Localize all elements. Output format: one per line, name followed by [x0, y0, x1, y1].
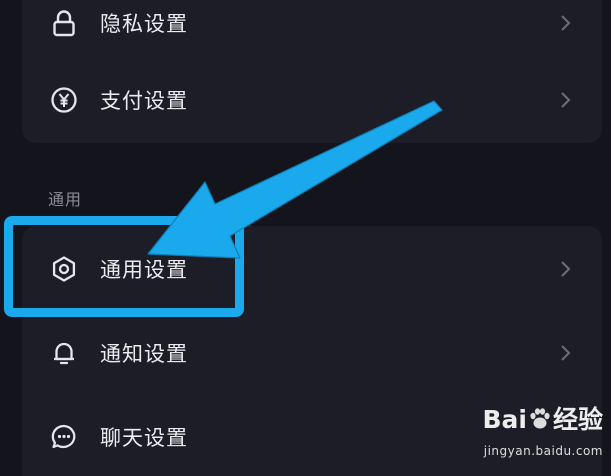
chevron-right-icon [558, 259, 572, 279]
watermark-url: jingyan.baidu.com [483, 444, 603, 458]
settings-item-label: 隐私设置 [100, 12, 188, 36]
settings-item-label: 通知设置 [100, 342, 188, 366]
settings-item-label: 聊天设置 [100, 426, 188, 450]
watermark-brand: Bai 经验 [453, 404, 603, 440]
settings-card-top: 隐私设置 支付设置 [22, 0, 602, 143]
section-title-general: 通用 [48, 190, 83, 209]
chevron-right-icon [558, 90, 572, 110]
lock-icon [50, 9, 78, 37]
chevron-right-icon [558, 13, 572, 33]
bell-icon [50, 339, 78, 367]
settings-item-payment[interactable]: 支付设置 [22, 57, 602, 143]
chevron-right-icon [558, 343, 572, 363]
settings-item-notify[interactable]: 通知设置 [22, 310, 602, 396]
settings-item-label: 支付设置 [100, 89, 188, 113]
watermark: Bai 经验 jingyan.baidu.com [453, 404, 603, 470]
settings-screen: 隐私设置 支付设置 通用 通用设置 通知设置 聊天设置 Bai 经验 jingy… [0, 0, 611, 476]
yen-circle-icon [50, 86, 78, 114]
paw-icon [527, 406, 553, 440]
annotation-highlight-box [4, 216, 244, 317]
chat-bubble-icon [50, 423, 78, 451]
